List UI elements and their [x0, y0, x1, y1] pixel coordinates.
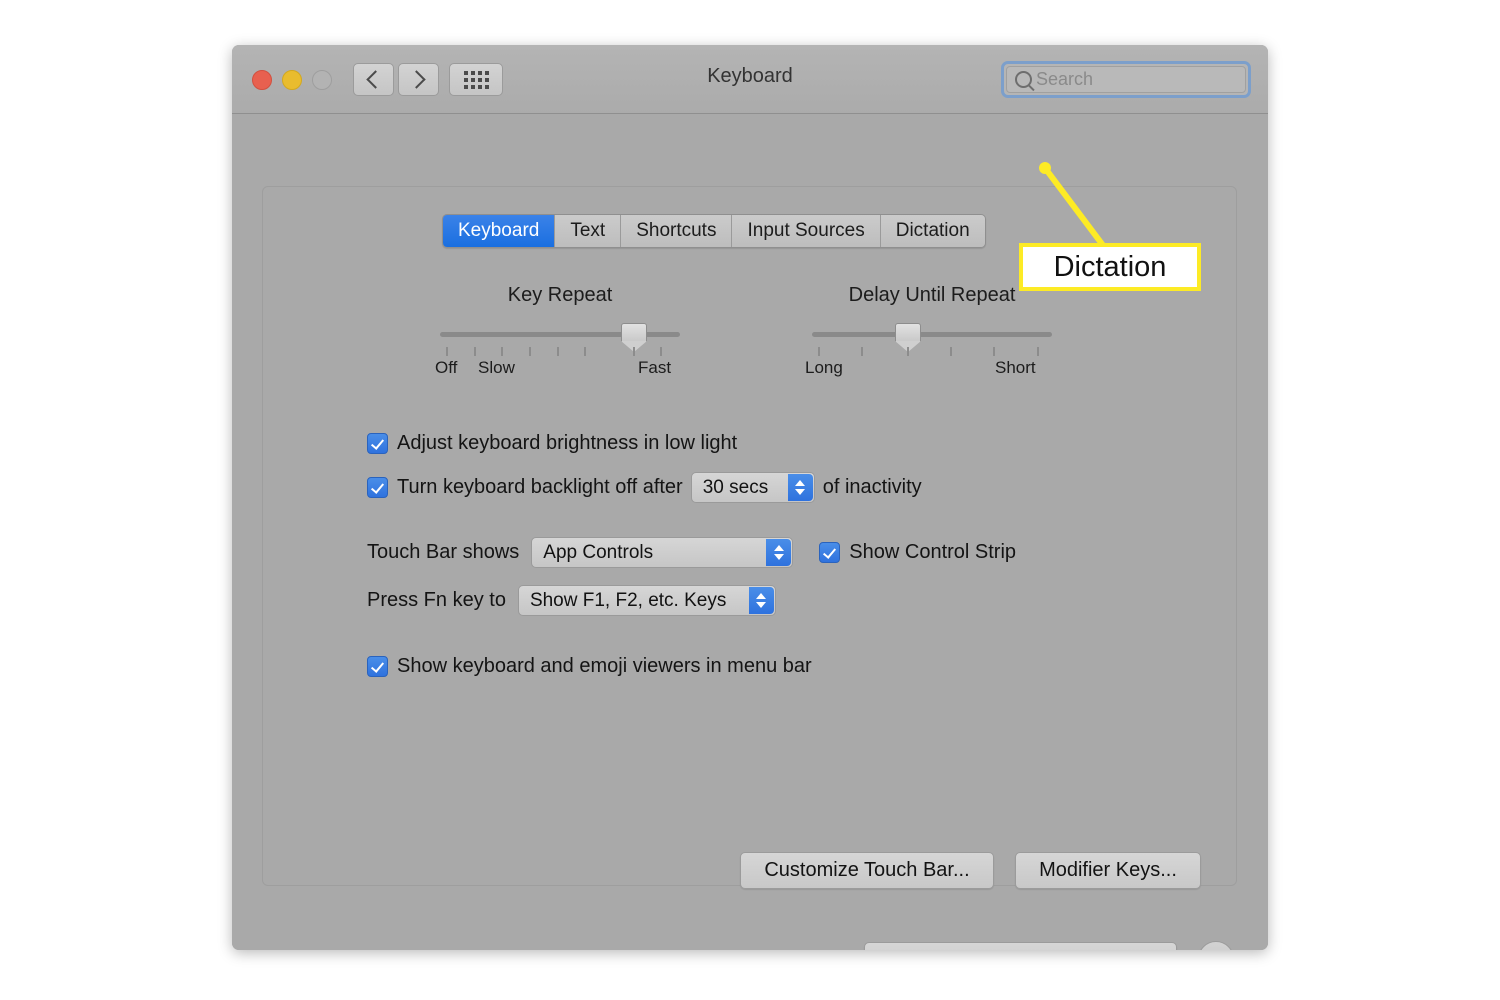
tab-shortcuts[interactable]: Shortcuts: [621, 215, 733, 247]
slider-thumb[interactable]: [621, 323, 648, 352]
settings-panel: [262, 186, 1237, 886]
chevron-up-icon: [773, 545, 784, 551]
show-viewers-row[interactable]: Show keyboard and emoji viewers in menu …: [367, 655, 812, 678]
annotation-callout-dictation: Dictation: [1019, 243, 1201, 291]
tab-keyboard[interactable]: Keyboard: [443, 215, 556, 247]
key-repeat-slider[interactable]: [440, 323, 680, 352]
touch-bar-value: App Controls: [543, 541, 654, 563]
chevron-up-icon: [795, 480, 806, 486]
delay-max-label: Short: [995, 358, 1036, 377]
tab-input-sources[interactable]: Input Sources: [732, 215, 881, 247]
fn-key-popup[interactable]: Show F1, F2, etc. Keys: [517, 585, 776, 616]
backlight-timeout-stepper[interactable]: 30 secs: [690, 472, 815, 503]
set-up-bluetooth-keyboard-button[interactable]: Set Up Bluetooth Keyboard...: [864, 942, 1177, 950]
tab-dictation[interactable]: Dictation: [880, 215, 985, 247]
adjust-brightness-label: Adjust keyboard brightness in low light: [397, 432, 738, 454]
chevron-down-icon: [756, 602, 767, 608]
fn-key-label: Press Fn key to: [367, 589, 506, 611]
key-repeat-min-label: Off: [435, 358, 458, 377]
delay-until-repeat-ticks: [812, 347, 1052, 356]
touch-bar-popup[interactable]: App Controls: [531, 537, 794, 568]
touch-bar-label: Touch Bar shows: [367, 541, 520, 563]
popup-arrows-icon[interactable]: [748, 587, 774, 614]
delay-min-label: Long: [805, 358, 843, 377]
chevron-down-icon: [773, 554, 784, 560]
stepper-arrows-icon[interactable]: [787, 474, 813, 501]
search-input[interactable]: Search: [1006, 66, 1246, 93]
chevron-down-icon: [795, 489, 806, 495]
slider-thumb[interactable]: [895, 323, 921, 352]
touch-bar-row: Touch Bar shows App Controls Show Contro…: [367, 537, 1016, 568]
show-viewers-label: Show keyboard and emoji viewers in menu …: [397, 655, 812, 677]
system-preferences-window: Keyboard Search Keyboard Text Shortcuts …: [232, 45, 1268, 950]
key-repeat-ticks: [440, 347, 680, 356]
adjust-brightness-checkbox[interactable]: [367, 433, 388, 454]
fn-key-row: Press Fn key to Show F1, F2, etc. Keys: [367, 585, 776, 616]
modifier-keys-button[interactable]: Modifier Keys...: [1015, 852, 1201, 889]
chevron-up-icon: [756, 593, 767, 599]
search-placeholder: Search: [1036, 69, 1094, 89]
fn-key-value: Show F1, F2, etc. Keys: [529, 589, 727, 611]
adjust-brightness-row[interactable]: Adjust keyboard brightness in low light: [367, 432, 737, 455]
key-repeat-tick-labels: Off Slow Fast: [435, 358, 680, 380]
popup-arrows-icon[interactable]: [766, 539, 792, 566]
search-icon: [1015, 71, 1032, 88]
window-titlebar: Keyboard Search: [232, 45, 1268, 114]
backlight-timeout-row[interactable]: Turn keyboard backlight off after 30 sec…: [367, 472, 922, 503]
backlight-timeout-label-after: of inactivity: [822, 476, 922, 498]
key-repeat-max-label: Fast: [638, 358, 672, 377]
show-control-strip-checkbox[interactable]: [819, 542, 841, 563]
show-viewers-checkbox[interactable]: [367, 656, 388, 677]
backlight-timeout-label-before: Turn keyboard backlight off after: [397, 476, 683, 498]
help-button[interactable]: ?: [1198, 941, 1234, 950]
backlight-timeout-checkbox[interactable]: [367, 477, 388, 498]
delay-until-repeat-tick-labels: Long Short: [805, 358, 1052, 380]
customize-touch-bar-button[interactable]: Customize Touch Bar...: [740, 852, 994, 889]
backlight-timeout-value: 30 secs: [702, 476, 769, 498]
key-repeat-slow-label: Slow: [478, 358, 515, 377]
delay-until-repeat-slider[interactable]: [812, 323, 1052, 352]
key-repeat-slider-group: Key Repeat Off Slow Fast: [435, 284, 680, 380]
delay-until-repeat-label: Delay Until Repeat: [848, 284, 1016, 306]
tab-text[interactable]: Text: [555, 215, 622, 247]
slider-track: [812, 332, 1052, 337]
tab-bar: Keyboard Text Shortcuts Input Sources Di…: [442, 214, 986, 248]
key-repeat-label: Key Repeat: [507, 284, 613, 306]
preferences-body: Keyboard Text Shortcuts Input Sources Di…: [232, 114, 1268, 950]
search-field-focus-ring: Search: [1001, 61, 1251, 98]
show-control-strip-label: Show Control Strip: [849, 541, 1017, 563]
delay-until-repeat-slider-group: Delay Until Repeat Long Short: [805, 284, 1052, 380]
